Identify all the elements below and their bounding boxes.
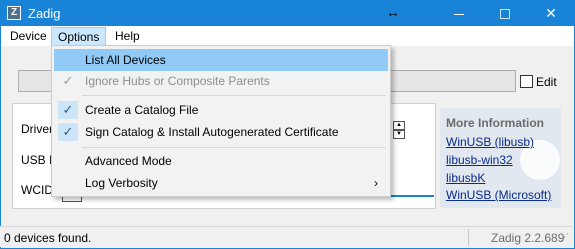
checkmark-icon: ✓ <box>62 102 74 117</box>
status-bar: 0 devices found. Zadig 2.2.689 <box>0 226 573 247</box>
link-libusb-win32[interactable]: libusb-win32 <box>446 153 513 167</box>
menu-item-label: Create a Catalog File <box>85 103 199 117</box>
spin-up-button[interactable]: ▲ <box>393 121 405 130</box>
menu-item-label: Log Verbosity <box>85 176 158 190</box>
menu-separator <box>82 147 386 148</box>
zadig-app-icon: Z <box>7 6 21 20</box>
menu-item-label: List All Devices <box>85 53 166 67</box>
minimize-button[interactable] <box>436 1 482 26</box>
menu-device[interactable]: Device <box>4 27 53 46</box>
maximize-button[interactable] <box>482 1 528 26</box>
menu-item-label: Advanced Mode <box>85 154 172 168</box>
menu-item-create-catalog[interactable]: ✓ Create a Catalog File <box>54 99 388 121</box>
version-text: Zadig 2.2.689 <box>491 231 565 245</box>
title-bar[interactable]: Z Zadig ↔ ✕ <box>1 1 574 26</box>
menu-item-sign-catalog[interactable]: ✓ Sign Catalog & Install Autogenerated C… <box>54 121 388 143</box>
menu-item-label: Ignore Hubs or Composite Parents <box>85 74 270 88</box>
driver-label: Driver <box>21 122 53 136</box>
menu-item-list-all-devices[interactable]: List All Devices <box>54 49 388 71</box>
window-title: Zadig <box>28 6 61 21</box>
link-libusbk[interactable]: libusbK <box>446 171 485 185</box>
checkmark-icon: ✓ <box>62 73 74 88</box>
status-separator <box>468 229 469 246</box>
checkmark-icon: ✓ <box>62 124 74 139</box>
close-button[interactable]: ✕ <box>528 1 574 26</box>
edit-checkbox[interactable] <box>520 75 533 88</box>
minimize-icon <box>454 13 464 15</box>
wcid-label: WCID <box>21 183 53 197</box>
edit-label: Edit <box>536 75 557 89</box>
submenu-arrow-icon: › <box>374 176 378 190</box>
options-dropdown-menu: List All Devices ✓ Ignore Hubs or Compos… <box>51 45 391 197</box>
resize-grip-icon[interactable]: ⋰ <box>560 232 569 243</box>
resize-arrows-icon: ↔ <box>386 4 400 20</box>
menu-item-label: Sign Catalog & Install Autogenerated Cer… <box>85 125 339 139</box>
maximize-icon <box>500 9 510 20</box>
spin-down-button[interactable]: ▼ <box>393 130 405 139</box>
menu-help[interactable]: Help <box>109 27 146 46</box>
menu-item-advanced-mode[interactable]: Advanced Mode <box>54 150 388 172</box>
menu-item-log-verbosity[interactable]: Log Verbosity › <box>54 172 388 194</box>
menu-options[interactable]: Options <box>51 27 107 46</box>
menu-separator <box>82 95 386 96</box>
more-information-title: More Information <box>446 116 544 130</box>
menu-bar: Device Options Help <box>1 26 574 46</box>
menu-item-ignore-hubs: ✓ Ignore Hubs or Composite Parents <box>54 70 388 92</box>
link-winusb-libusb[interactable]: WinUSB (libusb) <box>446 135 534 149</box>
close-icon: ✕ <box>545 5 557 21</box>
link-winusb-microsoft[interactable]: WinUSB (Microsoft) <box>446 188 551 202</box>
status-text: 0 devices found. <box>4 231 92 245</box>
